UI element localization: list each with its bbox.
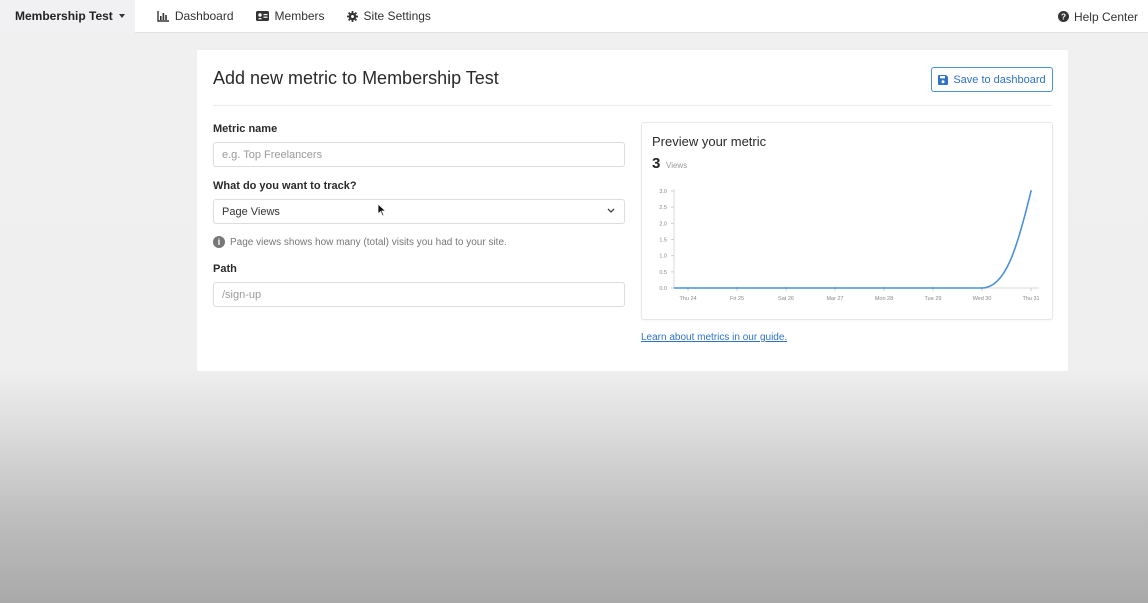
save-button-label: Save to dashboard bbox=[953, 73, 1046, 86]
series-line bbox=[674, 190, 1032, 289]
data-point bbox=[736, 287, 738, 289]
preview-title: Preview your metric bbox=[652, 134, 767, 149]
data-point bbox=[981, 287, 983, 289]
x-tick-label: Mar 27 bbox=[826, 296, 843, 302]
data-point bbox=[1030, 190, 1032, 192]
x-tick-label: Wed 30 bbox=[973, 296, 992, 302]
save-to-dashboard-button[interactable]: Save to dashboard bbox=[931, 67, 1053, 92]
x-tick-label: Sat 26 bbox=[778, 296, 794, 302]
add-metric-card: Add new metric to Membership Test Save t… bbox=[197, 50, 1068, 371]
y-tick-label: 2.0 bbox=[659, 221, 667, 227]
header-divider bbox=[213, 105, 1052, 106]
data-point bbox=[883, 287, 885, 289]
page-title: Add new metric to Membership Test bbox=[213, 68, 499, 88]
mouse-cursor-icon bbox=[377, 203, 387, 217]
y-tick-label: 0.0 bbox=[659, 286, 667, 292]
nav-site-settings[interactable]: Site Settings bbox=[346, 9, 431, 23]
floppy-disk-icon bbox=[938, 74, 949, 85]
chevron-down-icon bbox=[607, 208, 615, 213]
track-hint: i Page views shows how many (total) visi… bbox=[213, 236, 507, 248]
help-center-link[interactable]: ? Help Center bbox=[1057, 0, 1138, 33]
preview-metric-value: 3 bbox=[652, 155, 661, 172]
y-tick-label: 1.0 bbox=[659, 254, 667, 260]
nav-members[interactable]: Members bbox=[255, 9, 325, 23]
nav-members-label: Members bbox=[274, 9, 325, 23]
gear-icon bbox=[346, 10, 358, 22]
nav-dashboard-label: Dashboard bbox=[174, 9, 234, 23]
y-tick-label: 1.5 bbox=[659, 238, 667, 244]
question-circle-icon: ? bbox=[1057, 11, 1069, 22]
help-center-label: Help Center bbox=[1073, 9, 1138, 24]
data-point bbox=[932, 287, 934, 289]
x-tick-label: Tue 29 bbox=[925, 296, 942, 302]
nav-site-settings-label: Site Settings bbox=[363, 9, 431, 23]
track-select[interactable]: Page Views bbox=[213, 199, 625, 224]
caret-down-icon bbox=[118, 14, 125, 18]
metric-preview-panel: Preview your metric 3 Views 0.0 0.5 1.0 1.5… bbox=[641, 122, 1053, 320]
site-switcher-label: Membership Test bbox=[15, 9, 113, 23]
info-icon: i bbox=[213, 236, 225, 248]
path-input[interactable] bbox=[213, 282, 625, 307]
x-tick-label: Fri 25 bbox=[730, 296, 744, 302]
preview-line-chart: 0.0 0.5 1.0 1.5 2.0 2.5 3.0 Thu 24 Fri 25 Sat 26 M… bbox=[659, 189, 1040, 302]
data-point bbox=[687, 287, 689, 289]
top-navigation: Membership Test Dashboard Members Site S… bbox=[0, 0, 1148, 33]
track-hint-text: Page views shows how many (total) visits… bbox=[230, 236, 507, 248]
bar-chart-icon bbox=[157, 10, 169, 22]
path-label: Path bbox=[213, 263, 237, 275]
y-tick-label: 0.5 bbox=[659, 270, 667, 276]
data-point bbox=[785, 287, 787, 289]
preview-metric-unit: Views bbox=[666, 161, 688, 170]
data-point bbox=[834, 287, 836, 289]
metric-name-label: Metric name bbox=[213, 123, 278, 135]
nav-dashboard[interactable]: Dashboard bbox=[157, 9, 234, 23]
id-card-icon bbox=[255, 11, 269, 21]
x-tick-label: Mon 28 bbox=[875, 296, 893, 302]
metric-name-input[interactable] bbox=[213, 142, 625, 167]
track-select-value: Page Views bbox=[222, 205, 280, 218]
y-tick-label: 2.5 bbox=[659, 205, 667, 211]
y-tick-label: 3.0 bbox=[659, 189, 667, 195]
svg-text:?: ? bbox=[1061, 12, 1066, 21]
x-tick-label: Thu 31 bbox=[1022, 296, 1039, 302]
site-switcher[interactable]: Membership Test bbox=[0, 0, 135, 33]
x-tick-label: Thu 24 bbox=[679, 296, 696, 302]
track-label: What do you want to track? bbox=[213, 180, 357, 192]
metrics-guide-link[interactable]: Learn about metrics in our guide. bbox=[641, 332, 787, 343]
